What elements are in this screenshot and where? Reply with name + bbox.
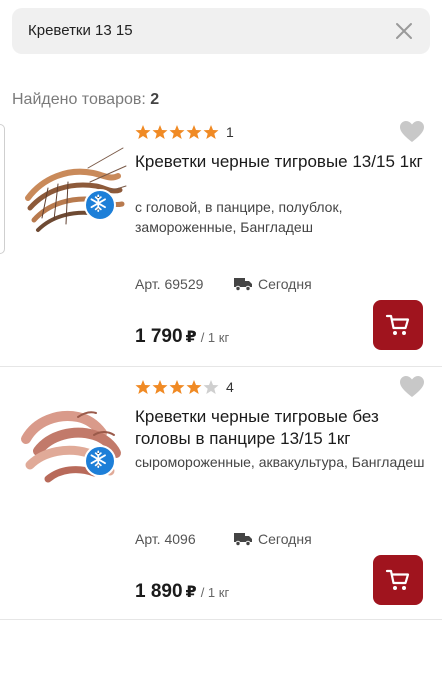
product-description: с головой, в панцире, полублок, замороже… — [135, 199, 343, 235]
results-count: Найдено товаров: 2 — [12, 91, 159, 109]
search-input[interactable]: Креветки 13 15 — [28, 22, 133, 39]
cart-icon — [385, 569, 410, 590]
star-icon — [152, 125, 168, 139]
add-to-cart-button[interactable] — [373, 300, 423, 350]
rating-count: 4 — [226, 379, 234, 395]
product-image[interactable] — [18, 391, 128, 501]
add-to-cart-button[interactable] — [373, 555, 423, 605]
product-card[interactable]: 4 Креветки черные тигровые без головы в … — [0, 366, 442, 620]
product-price: 1 790 ₽ / 1 кг — [135, 326, 229, 348]
rating: 4 — [135, 379, 234, 395]
frozen-badge — [84, 445, 116, 477]
delivery-label: Сегодня — [258, 276, 312, 292]
delivery-label: Сегодня — [258, 531, 312, 547]
star-icon — [135, 380, 151, 394]
star-icon — [169, 380, 185, 394]
product-title[interactable]: Креветки черные тигровые без головы в па… — [135, 406, 425, 450]
snowflake-icon — [90, 450, 106, 468]
delivery-info: Сегодня — [234, 531, 312, 547]
price-currency: ₽ — [185, 584, 197, 601]
price-value: 1 790 — [135, 326, 183, 347]
found-label: Найдено товаров: — [12, 91, 146, 108]
star-icon — [186, 125, 202, 139]
star-icon — [186, 380, 202, 394]
rating-count: 1 — [226, 124, 234, 140]
cart-icon — [385, 314, 410, 335]
star-icon — [203, 125, 219, 139]
snowflake-icon — [90, 194, 106, 212]
frozen-badge — [84, 189, 116, 221]
delivery-info: Сегодня — [234, 276, 312, 292]
price-unit: / 1 кг — [200, 585, 230, 600]
product-title[interactable]: Креветки черные тигровые 13/15 1кг — [135, 151, 425, 173]
truck-icon — [234, 533, 252, 546]
found-count: 2 — [150, 91, 160, 108]
star-icon — [169, 125, 185, 139]
product-sku: Арт. 69529 — [135, 276, 204, 292]
product-sku: Арт. 4096 — [135, 531, 196, 547]
product-card[interactable]: 1 Креветки черные тигровые 13/15 1кг с г… — [0, 112, 442, 366]
rating: 1 — [135, 124, 234, 140]
close-icon[interactable] — [392, 19, 416, 43]
price-value: 1 890 — [135, 581, 183, 602]
star-icon — [152, 380, 168, 394]
star-empty-icon — [203, 380, 219, 394]
heart-icon[interactable] — [399, 120, 425, 144]
product-description: сыромороженные, аквакультура, Бангладеш — [135, 454, 425, 470]
star-icon — [135, 125, 151, 139]
truck-icon — [234, 278, 252, 291]
price-currency: ₽ — [185, 329, 197, 346]
search-bar[interactable]: Креветки 13 15 — [12, 8, 430, 54]
price-unit: / 1 кг — [200, 330, 230, 345]
heart-icon[interactable] — [399, 375, 425, 399]
product-price: 1 890 ₽ / 1 кг — [135, 581, 229, 603]
